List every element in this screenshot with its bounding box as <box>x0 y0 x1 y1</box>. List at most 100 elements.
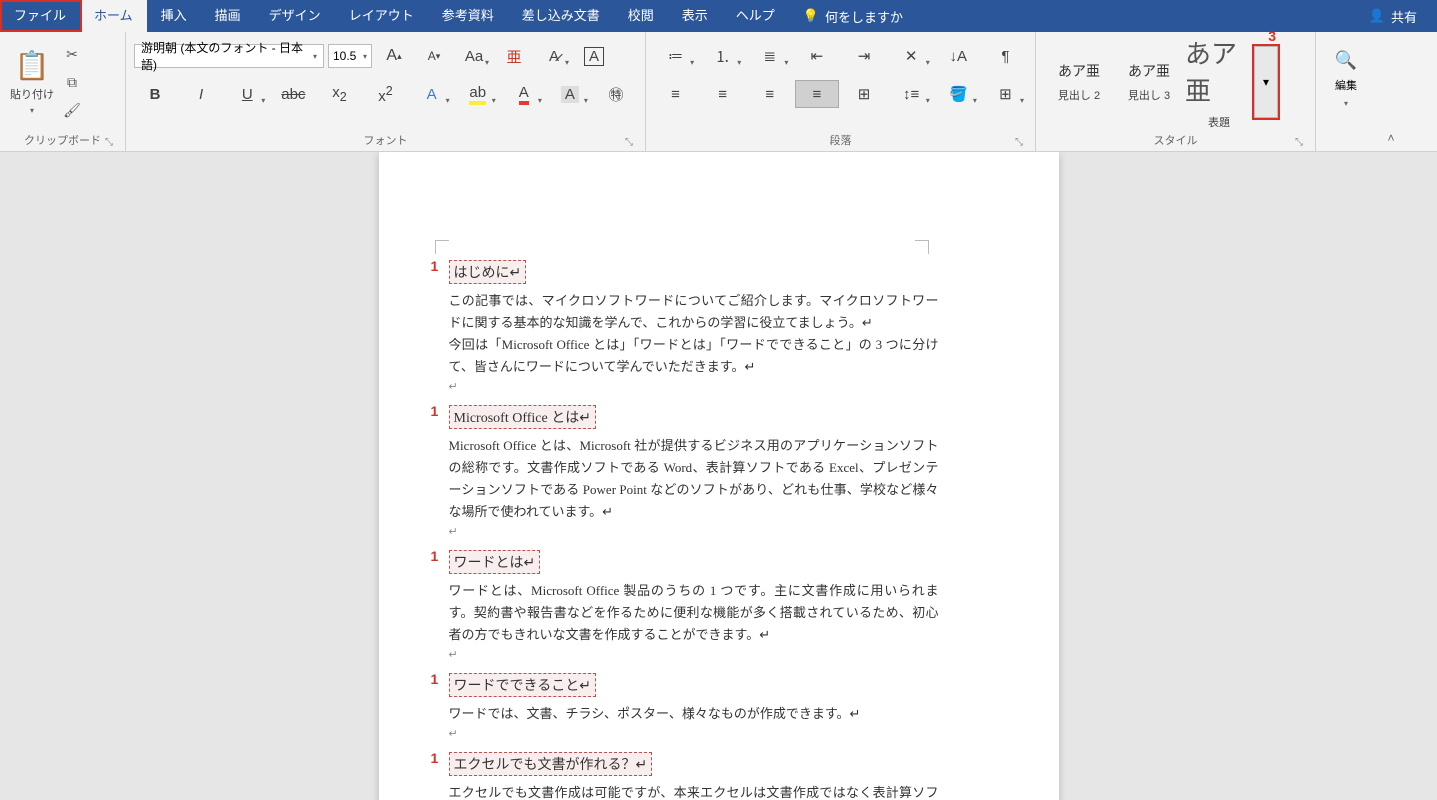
strikethrough-button[interactable]: abc <box>272 80 314 108</box>
collapse-ribbon-button[interactable]: ˄ <box>1376 32 1406 151</box>
dialog-launcher-icon[interactable]: ⤡ <box>1293 137 1305 149</box>
tab-file[interactable]: 2 ファイル <box>0 0 80 32</box>
tab-draw[interactable]: 描画 <box>201 0 255 32</box>
heading[interactable]: Microsoft Office とは↵ <box>449 405 596 429</box>
group-clipboard: 📋 貼り付け ▾ ✂ ⧉ 🖌 クリップボード⤡ <box>0 32 126 151</box>
align-right-icon: ≡ <box>765 86 774 103</box>
tab-help[interactable]: ヘルプ <box>722 0 789 32</box>
sort-button[interactable]: ↓A <box>937 42 980 70</box>
underline-button[interactable]: U <box>226 80 268 108</box>
bold-button[interactable]: B <box>134 80 176 108</box>
text-effects-button[interactable]: A <box>411 80 453 108</box>
line-spacing-button[interactable]: ↕≡ <box>890 80 933 108</box>
format-painter-button[interactable]: 🖌 <box>60 99 84 121</box>
clear-formatting-button[interactable]: A̷ <box>536 42 572 70</box>
find-button[interactable]: 🔍 編集 ▾ <box>1326 36 1366 122</box>
distribute-button[interactable]: ⊞ <box>843 80 886 108</box>
body-text[interactable]: 今回は「Microsoft Office とは」「ワードとは」「ワードでできるこ… <box>449 334 939 378</box>
document-area[interactable]: 1 はじめに↵ この記事では、マイクロソフトワードについてご紹介します。マイクロ… <box>0 152 1437 800</box>
change-case-button[interactable]: Aa <box>456 42 492 70</box>
tab-design[interactable]: デザイン <box>255 0 335 32</box>
annotation-1: 1 <box>431 548 439 564</box>
paste-button[interactable]: 📋 貼り付け ▾ <box>8 36 56 128</box>
numbering-button[interactable]: ⒈ <box>701 42 744 70</box>
copy-button[interactable]: ⧉ <box>60 71 84 93</box>
align-center-button[interactable]: ≡ <box>701 80 744 108</box>
change-case-icon: Aa <box>465 48 483 65</box>
grow-font-icon: A <box>386 47 397 65</box>
clipboard-icon: 📋 <box>15 49 50 82</box>
annotation-1: 1 <box>431 258 439 274</box>
subscript-button[interactable]: x2 <box>318 80 360 108</box>
enclose-characters-button[interactable]: ㊕ <box>595 80 637 108</box>
superscript-button[interactable]: x2 <box>364 80 406 108</box>
group-font: 游明朝 (本文のフォント - 日本語)▾ 10.5▾ A▴ A▾ Aa 亜 A̷… <box>126 32 646 151</box>
ribbon: 📋 貼り付け ▾ ✂ ⧉ 🖌 クリップボード⤡ 游明朝 (本文のフォント - 日… <box>0 32 1437 152</box>
dialog-launcher-icon[interactable]: ⤡ <box>1013 137 1025 149</box>
brush-icon: 🖌 <box>63 102 81 119</box>
shrink-font-button[interactable]: A▾ <box>416 42 452 70</box>
tab-layout[interactable]: レイアウト <box>335 0 428 32</box>
italic-button[interactable]: I <box>180 80 222 108</box>
tab-review[interactable]: 校閲 <box>614 0 668 32</box>
shading-button[interactable]: 🪣 <box>937 80 980 108</box>
highlight-button[interactable]: ab <box>457 80 499 108</box>
text-effects-icon: A <box>427 86 437 103</box>
font-name-combo[interactable]: 游明朝 (本文のフォント - 日本語)▾ <box>134 44 324 68</box>
style-heading3[interactable]: あア亜 見出し 3 <box>1114 46 1184 118</box>
decrease-indent-button[interactable]: ⇤ <box>795 42 838 70</box>
cut-button[interactable]: ✂ <box>60 43 84 65</box>
body-text[interactable]: エクセルでも文書作成は可能ですが、本来エクセルは文書作成ではなく表計算ソフトとし… <box>449 782 939 800</box>
ribbon-tabs: 2 ファイル ホーム 挿入 描画 デザイン レイアウト 参考資料 差し込み文書 … <box>0 0 789 32</box>
asian-layout-button[interactable]: ✕ <box>890 42 933 70</box>
group-label-font: フォント⤡ <box>134 131 637 151</box>
align-right-button[interactable]: ≡ <box>748 80 791 108</box>
multilevel-button[interactable]: ≣ <box>748 42 791 70</box>
dialog-launcher-icon[interactable]: ⤡ <box>623 137 635 149</box>
tab-mailings[interactable]: 差し込み文書 <box>508 0 614 32</box>
heading[interactable]: ワードとは↵ <box>449 550 541 574</box>
font-color-button[interactable]: A <box>503 80 545 108</box>
font-size-combo[interactable]: 10.5▾ <box>328 44 372 68</box>
dialog-launcher-icon[interactable]: ⤡ <box>103 137 115 149</box>
justify-button[interactable]: ≡ <box>795 80 838 108</box>
eraser-icon: A̷ <box>549 48 559 65</box>
enclose-char-button[interactable]: A <box>576 42 612 70</box>
increase-indent-button[interactable]: ⇥ <box>843 42 886 70</box>
char-shading-button[interactable]: A <box>549 80 591 108</box>
bullets-button[interactable]: ≔ <box>654 42 697 70</box>
style-title[interactable]: あア亜 表題 <box>1184 46 1254 118</box>
body-text[interactable]: Microsoft Office とは、Microsoft 社が提供するビジネス… <box>449 435 939 523</box>
body-text[interactable]: ワードでは、文書、チラシ、ポスター、様々なものが作成できます。↵ <box>449 703 939 725</box>
tab-home[interactable]: ホーム <box>80 0 147 32</box>
body-text[interactable]: ワードとは、Microsoft Office 製品のうちの 1 つです。主に文書… <box>449 580 939 646</box>
title-bar: 2 ファイル ホーム 挿入 描画 デザイン レイアウト 参考資料 差し込み文書 … <box>0 0 1437 32</box>
phonetic-guide-button[interactable]: 亜 <box>496 42 532 70</box>
style-heading2[interactable]: あア亜 見出し 2 <box>1044 46 1114 118</box>
group-styles: あア亜 見出し 2 あア亜 見出し 3 あア亜 表題 3 ▾ スタイル⤡ <box>1036 32 1316 151</box>
body-text[interactable]: この記事では、マイクロソフトワードについてご紹介します。マイクロソフトワードに関… <box>449 290 939 334</box>
heading[interactable]: はじめに↵ <box>449 260 527 284</box>
tell-me-search[interactable]: 💡 何をしますか <box>803 7 903 26</box>
font-color-icon: A <box>519 84 529 105</box>
indent-icon: ⇥ <box>858 47 871 65</box>
bucket-icon: 🪣 <box>949 85 968 103</box>
circle-icon: ㊕ <box>608 84 623 105</box>
underline-icon: U <box>242 86 253 103</box>
borders-button[interactable]: ⊞ <box>984 80 1027 108</box>
heading[interactable]: ワードでできること↵ <box>449 673 596 697</box>
tab-references[interactable]: 参考資料 <box>428 0 508 32</box>
chevron-down-icon: ▾ <box>1344 99 1348 108</box>
tab-view[interactable]: 表示 <box>668 0 722 32</box>
paragraph-mark: ↵ <box>449 725 939 744</box>
line-spacing-icon: ↕≡ <box>903 86 919 103</box>
paragraph-mark: ↵ <box>449 378 939 397</box>
styles-more-button[interactable]: ▾ <box>1254 46 1278 118</box>
share-button[interactable]: 👤 共有 <box>1369 7 1417 26</box>
align-left-button[interactable]: ≡ <box>654 80 697 108</box>
pilcrow-icon: ¶ <box>1001 48 1009 65</box>
tab-insert[interactable]: 挿入 <box>147 0 201 32</box>
heading[interactable]: エクセルでも文書が作れる？↵ <box>449 752 653 776</box>
show-marks-button[interactable]: ¶ <box>984 42 1027 70</box>
grow-font-button[interactable]: A▴ <box>376 42 412 70</box>
